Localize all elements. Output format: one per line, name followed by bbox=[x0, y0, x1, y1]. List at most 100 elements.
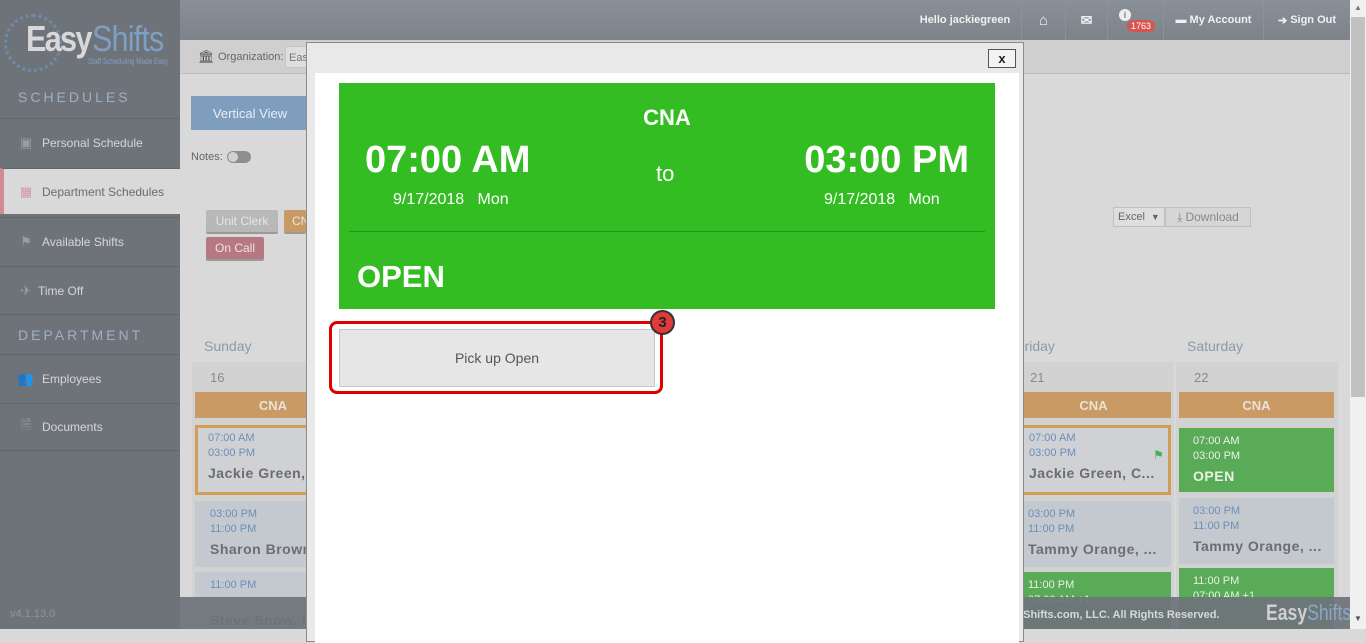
users-icon: 👥 bbox=[17, 370, 35, 386]
day-name-saturday: Saturday bbox=[1187, 338, 1244, 354]
shift-card[interactable]: 07:00 AM 03:00 PM OPEN bbox=[1179, 428, 1334, 492]
download-label: Download bbox=[1185, 210, 1239, 224]
download-button[interactable]: ⤓ Download bbox=[1165, 207, 1251, 227]
shift-end-date: 9/17/2018 Mon bbox=[824, 191, 940, 208]
shift-summary-card: CNA 07:00 AM 9/17/2018 Mon to 03:00 PM 9… bbox=[339, 83, 995, 309]
shift-start: 11:00 PM bbox=[1193, 575, 1240, 587]
organization-select[interactable]: Eas bbox=[285, 46, 307, 68]
envelope-icon: ✉ bbox=[1080, 11, 1093, 28]
sidebar-item-time-off[interactable]: ✈ Time Off bbox=[0, 266, 180, 314]
role-header: CNA bbox=[1016, 392, 1171, 418]
sign-out-button[interactable]: ➔ Sign Out bbox=[1263, 0, 1350, 40]
sidebar-item-personal-schedule[interactable]: ▣ Personal Schedule bbox=[0, 118, 180, 166]
flag-icon: ⚑ bbox=[20, 233, 32, 249]
day-date: 22 bbox=[1194, 370, 1209, 385]
shift-card[interactable]: 03:00 PM 11:00 PM Tammy Orange, ... bbox=[1016, 501, 1171, 567]
vertical-view-button[interactable]: Vertical View bbox=[191, 96, 309, 130]
bank-icon: 🏛 bbox=[198, 49, 215, 64]
shift-start-time: 07:00 AM bbox=[365, 139, 531, 181]
shift-start: 03:00 PM bbox=[1193, 505, 1241, 517]
shift-end: 11:00 PM bbox=[1193, 520, 1240, 532]
copyright-text: yShifts.com, LLC. All Rights Reserved. bbox=[1017, 609, 1220, 621]
shift-employee: Tammy Orange, ... bbox=[1028, 541, 1157, 557]
info-icon: i bbox=[1119, 9, 1131, 21]
export-format-select[interactable]: Excel ▼ bbox=[1113, 207, 1165, 227]
calendar-x-icon: ▣ bbox=[19, 134, 33, 150]
to-label: to bbox=[656, 161, 675, 186]
messages-button[interactable]: ✉ bbox=[1065, 0, 1107, 40]
notes-label: Notes: bbox=[191, 151, 223, 163]
section-schedules: SCHEDULES bbox=[18, 89, 131, 105]
sidebar-item-employees[interactable]: 👥 Employees bbox=[0, 354, 180, 402]
pdf-file-icon: 🗎 bbox=[20, 417, 32, 432]
home-icon: ⌂ bbox=[1038, 11, 1049, 29]
sidebar-item-department-schedules[interactable]: ▦ Department Schedules bbox=[0, 168, 180, 214]
easyshifts-logo[interactable]: Easy Shifts Staff Scheduling Made Easy bbox=[4, 10, 176, 72]
highlight-box bbox=[329, 321, 663, 394]
sidebar: Easy Shifts Staff Scheduling Made Easy S… bbox=[0, 0, 180, 629]
scroll-down-icon[interactable]: ▼ bbox=[1354, 614, 1362, 623]
shift-end: 03:00 PM bbox=[1029, 447, 1077, 459]
filter-unit-clerk[interactable]: Unit Clerk bbox=[206, 210, 278, 232]
shift-start: 03:00 PM bbox=[1028, 508, 1076, 520]
my-account-label: My Account bbox=[1189, 14, 1252, 26]
shift-start: 07:00 AM bbox=[1029, 432, 1076, 444]
home-button[interactable]: ⌂ bbox=[1021, 0, 1065, 40]
shift-card[interactable]: 07:00 AM 03:00 PM Jackie Green, C... ⚑ bbox=[1016, 425, 1171, 495]
footer-logo-shifts: Shifts bbox=[1307, 600, 1352, 625]
download-icon: ⤓ bbox=[1177, 209, 1183, 224]
shift-status: OPEN bbox=[357, 259, 445, 294]
sidebar-item-available-shifts[interactable]: ⚑ Available Shifts bbox=[0, 217, 180, 265]
card-divider bbox=[349, 231, 985, 232]
plane-icon: ✈ bbox=[20, 282, 32, 298]
filter-cna[interactable]: CN bbox=[284, 210, 306, 232]
day-name-sunday: Sunday bbox=[204, 338, 252, 354]
shift-end: 11:00 PM bbox=[1028, 523, 1075, 535]
section-department-label: DEPARTMENT bbox=[18, 326, 144, 343]
shift-employee: Tammy Orange, ... bbox=[1193, 538, 1322, 554]
shift-role: CNA bbox=[643, 105, 691, 130]
sidebar-item-label: Personal Schedule bbox=[42, 135, 143, 150]
version-label: v4.1.13.0 bbox=[10, 608, 56, 620]
sidebar-item-label: Department Schedules bbox=[42, 184, 165, 199]
my-account-button[interactable]: ▬ My Account bbox=[1163, 0, 1263, 40]
footer-logo: EasyShifts bbox=[1266, 600, 1351, 626]
logo-shifts: Shifts bbox=[92, 18, 164, 59]
shift-card[interactable]: 03:00 PM 11:00 PM Tammy Orange, ... bbox=[1179, 498, 1334, 564]
shift-end-time: 03:00 PM bbox=[804, 139, 969, 181]
notes-toggle[interactable] bbox=[226, 151, 251, 163]
logo-tagline: Staff Scheduling Made Easy bbox=[88, 57, 169, 66]
shift-employee: OPEN bbox=[1193, 468, 1235, 484]
day-date: 21 bbox=[1030, 370, 1045, 385]
close-button[interactable]: x bbox=[988, 49, 1016, 68]
sidebar-item-label: Time Off bbox=[38, 283, 84, 298]
footer-logo-easy: Easy bbox=[1266, 600, 1308, 625]
notes-toggle-row: Notes: bbox=[191, 151, 251, 163]
sign-out-label: Sign Out bbox=[1290, 14, 1337, 26]
page-scrollbar[interactable]: ▲ ▼ bbox=[1350, 0, 1366, 629]
shift-start: 11:00 PM bbox=[1028, 579, 1075, 591]
shift-start: 07:00 AM bbox=[1193, 435, 1240, 447]
calendar-icon: ▦ bbox=[19, 183, 33, 199]
greeting: Hello jackiegreen bbox=[919, 14, 1011, 26]
caret-down-icon: ▼ bbox=[1150, 212, 1160, 222]
role-header: CNA bbox=[1179, 392, 1334, 418]
briefcase-icon: ▬ bbox=[1175, 14, 1187, 26]
organization-label: Organization: bbox=[218, 51, 284, 63]
notification-badge: 1763 bbox=[1127, 20, 1156, 32]
export-format-value: Excel bbox=[1118, 211, 1145, 223]
filter-on-call[interactable]: On Call bbox=[206, 237, 264, 259]
shift-start-date: 9/17/2018 Mon bbox=[393, 191, 509, 208]
sidebar-item-documents[interactable]: 🗎 Documents bbox=[0, 403, 180, 451]
scroll-up-icon[interactable]: ▲ bbox=[1354, 3, 1362, 12]
sidebar-item-label: Available Shifts bbox=[42, 234, 124, 249]
sidebar-item-label: Employees bbox=[42, 371, 102, 386]
logo-easy: Easy bbox=[26, 18, 92, 59]
section-department: DEPARTMENT bbox=[0, 314, 180, 354]
sidebar-item-label: Documents bbox=[42, 420, 103, 434]
shift-end: 03:00 PM bbox=[1193, 450, 1241, 462]
scrollbar-thumb[interactable] bbox=[1351, 17, 1365, 397]
shift-employee: Jackie Green, C... bbox=[1029, 465, 1155, 481]
step-marker: 3 bbox=[650, 310, 675, 335]
flag-icon: ⚑ bbox=[1153, 448, 1164, 462]
